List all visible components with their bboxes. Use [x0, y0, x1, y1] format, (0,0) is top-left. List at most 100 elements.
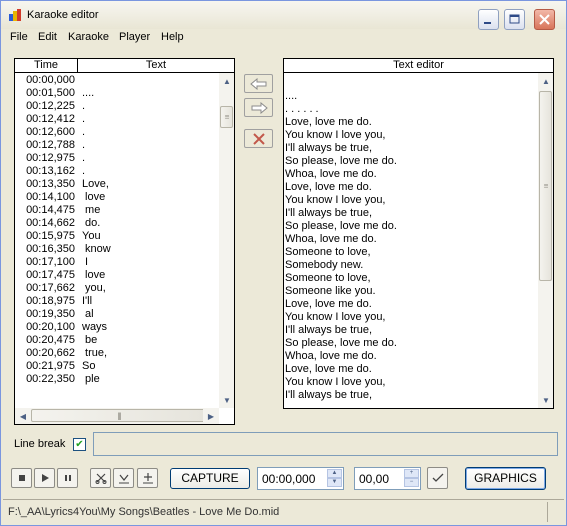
split-button[interactable] — [137, 468, 158, 488]
row-text: . — [82, 165, 86, 177]
table-row[interactable]: 00:12,600. — [15, 126, 219, 139]
close-icon — [539, 14, 550, 25]
list-horizontal-scrollbar[interactable]: ◀ ||| ▶ — [15, 408, 219, 424]
scroll-right-icon[interactable]: ▶ — [203, 408, 219, 424]
capture-button[interactable]: CAPTURE — [170, 468, 250, 489]
table-row[interactable]: 00:01,500.... — [15, 87, 219, 100]
spin-plus-icon[interactable]: + — [404, 469, 419, 478]
row-time: 00:12,225 — [26, 100, 75, 112]
table-row[interactable]: 00:17,662 you, — [15, 282, 219, 295]
editor-line: You know I love you, — [285, 376, 386, 388]
scissors-button[interactable] — [90, 468, 111, 488]
menu-help[interactable]: Help — [161, 31, 184, 43]
spin-down-icon[interactable]: ▼ — [327, 478, 342, 487]
stop-button[interactable] — [11, 468, 32, 488]
window-title: Karaoke editor — [27, 9, 99, 21]
table-row[interactable]: 00:20,100 ways — [15, 321, 219, 334]
menu-player[interactable]: Player — [119, 31, 150, 43]
row-time: 00:12,600 — [26, 126, 75, 138]
row-time: 00:14,662 — [26, 217, 75, 229]
table-row[interactable]: 00:13,162. — [15, 165, 219, 178]
offset-spinner[interactable]: 00,00 + − — [354, 467, 421, 490]
scroll-up-icon[interactable]: ▲ — [219, 73, 234, 89]
editor-line: Someone like you. — [285, 285, 376, 297]
row-text: me — [82, 204, 101, 216]
editor-line: So please, love me do. — [285, 155, 397, 167]
editor-scroll-thumb[interactable]: ≡ — [539, 91, 552, 281]
title-bar[interactable]: Karaoke editor — [1, 1, 566, 30]
row-text: love — [82, 269, 106, 281]
graphics-button[interactable]: GRAPHICS — [465, 467, 546, 490]
line-break-field[interactable] — [93, 432, 558, 456]
file-path: F:\_AA\Lyrics4You\My Songs\Beatles - Lov… — [8, 506, 280, 518]
scroll-left-icon[interactable]: ◀ — [15, 408, 31, 424]
row-text: do. — [82, 217, 101, 229]
row-text: know — [82, 243, 111, 255]
delete-button[interactable] — [244, 129, 273, 148]
merge-down-button[interactable] — [113, 468, 134, 488]
offset-value[interactable]: 00,00 — [359, 472, 389, 486]
table-row[interactable]: 00:22,350 ple — [15, 373, 219, 386]
pause-icon — [64, 475, 71, 481]
grip-icon: ||| — [117, 411, 121, 420]
table-row[interactable]: 00:14,475 me — [15, 204, 219, 217]
table-row[interactable]: 00:17,100 I — [15, 256, 219, 269]
close-button[interactable] — [534, 9, 555, 30]
table-row[interactable]: 00:20,662 true, — [15, 347, 219, 360]
row-time: 00:17,475 — [26, 269, 75, 281]
table-row[interactable]: 00:12,225. — [15, 100, 219, 113]
spin-up-icon[interactable]: ▲ — [327, 469, 342, 478]
editor-vertical-scrollbar[interactable]: ▲ ≡ ▼ — [538, 73, 553, 408]
column-header-text[interactable]: Text — [78, 59, 234, 72]
maximize-button[interactable] — [504, 9, 525, 30]
row-time: 00:22,350 — [26, 373, 75, 385]
time-spinner[interactable]: 00:00,000 ▲ ▼ — [257, 467, 344, 490]
editor-line: Love, love me do. — [285, 181, 372, 193]
list-hscroll-thumb[interactable]: ||| — [31, 409, 207, 422]
column-header-time[interactable]: Time — [15, 59, 78, 72]
lyrics-list-header: Time Text — [14, 58, 235, 73]
table-row[interactable]: 00:15,975 You — [15, 230, 219, 243]
table-row[interactable]: 00:12,788. — [15, 139, 219, 152]
table-row[interactable]: 00:13,350 Love, — [15, 178, 219, 191]
play-button[interactable] — [34, 468, 55, 488]
checkmark-icon: ✔ — [75, 439, 84, 450]
menu-edit[interactable]: Edit — [38, 31, 57, 43]
table-row[interactable]: 00:18,975 I'll — [15, 295, 219, 308]
table-row[interactable]: 00:16,350 know — [15, 243, 219, 256]
row-time: 00:16,350 — [26, 243, 75, 255]
minimize-button[interactable] — [478, 9, 499, 30]
menu-file[interactable]: File — [10, 31, 28, 43]
table-row[interactable]: 00:21,975 So — [15, 360, 219, 373]
editor-line: So please, love me do. — [285, 337, 397, 349]
row-text: . — [82, 126, 86, 138]
row-text: love — [82, 191, 106, 203]
move-left-button[interactable] — [244, 74, 273, 93]
line-break-checkbox[interactable]: ✔ — [73, 438, 86, 451]
list-vertical-scrollbar[interactable]: ▲ ≡ ▼ — [219, 73, 234, 408]
move-right-button[interactable] — [244, 98, 273, 117]
text-editor[interactable]: ..... . . . . . Love, love me do. You know… — [283, 73, 554, 409]
table-row[interactable]: 00:20,475 be — [15, 334, 219, 347]
scroll-down-icon[interactable]: ▼ — [538, 392, 553, 408]
spin-minus-icon[interactable]: − — [404, 478, 419, 487]
row-text: . — [82, 139, 86, 151]
list-rows: 00:00,000 00:01,500.... 00:12,225. 00:12,41… — [15, 74, 219, 386]
delete-x-icon — [252, 132, 265, 145]
scroll-up-icon[interactable]: ▲ — [538, 73, 553, 89]
table-row[interactable]: 00:14,100 love — [15, 191, 219, 204]
scroll-down-icon[interactable]: ▼ — [219, 392, 234, 408]
lyrics-timing-list[interactable]: 00:00,000 00:01,500.... 00:12,225. 00:12,41… — [14, 73, 235, 425]
table-row[interactable]: 00:12,412. — [15, 113, 219, 126]
table-row[interactable]: 00:12,975. — [15, 152, 219, 165]
table-row[interactable]: 00:00,000 — [15, 74, 219, 87]
table-row[interactable]: 00:14,662 do. — [15, 217, 219, 230]
apply-offset-button[interactable] — [427, 467, 448, 489]
menu-karaoke[interactable]: Karaoke — [68, 31, 109, 43]
table-row[interactable]: 00:17,475 love — [15, 269, 219, 282]
time-value[interactable]: 00:00,000 — [262, 472, 315, 486]
list-scroll-thumb[interactable]: ≡ — [220, 106, 233, 128]
pause-button[interactable] — [57, 468, 78, 488]
table-row[interactable]: 00:19,350 al — [15, 308, 219, 321]
row-text: . — [82, 113, 86, 125]
